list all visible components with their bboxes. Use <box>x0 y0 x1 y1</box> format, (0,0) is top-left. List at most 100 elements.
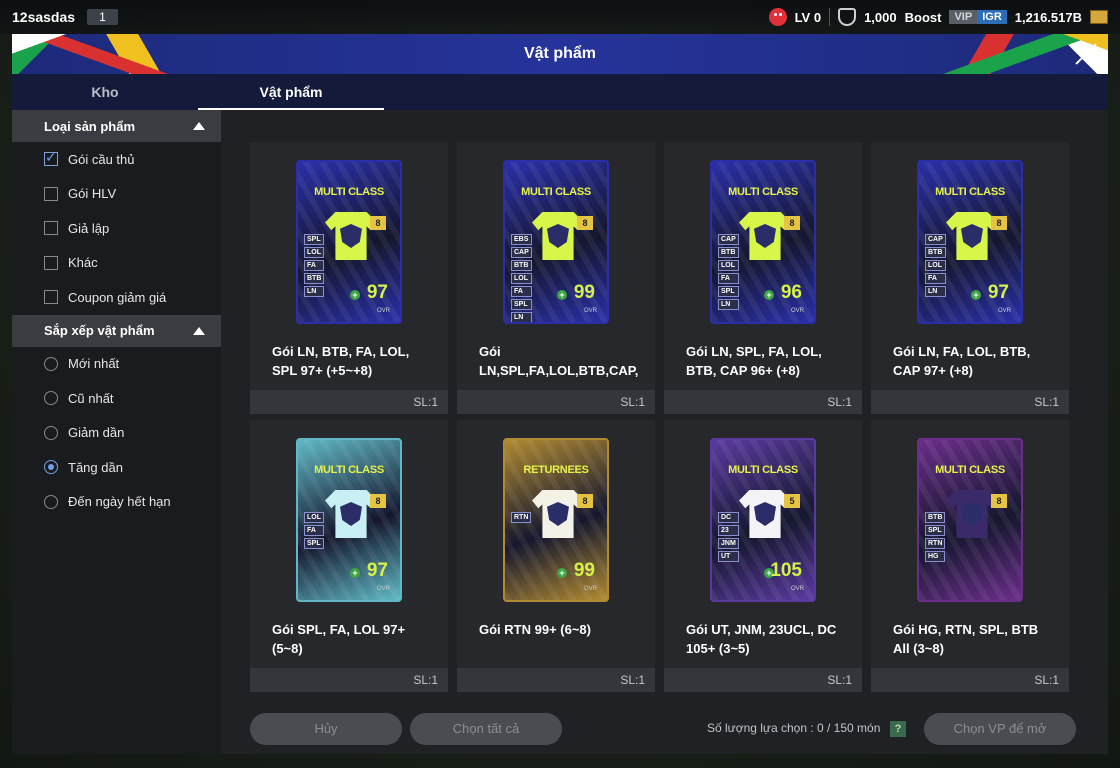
plus-icon: + <box>557 568 567 578</box>
plus-icon: + <box>971 290 981 300</box>
slot-badge: 1 <box>87 9 118 25</box>
item-card[interactable]: MULTI CLASS 8 CAP BTB LOL FA SPL LN +96 OVR Gói LN… <box>664 142 862 414</box>
season-tag: CAP <box>511 247 532 258</box>
season-tags: DC 23 JNM UT <box>718 512 739 562</box>
item-card[interactable]: MULTI CLASS 8 SPL LOL FA BTB LN +97 OVR Gói LN, B… <box>250 142 448 414</box>
pack-card-image: MULTI CLASS 8 CAP BTB LOL FA LN +97 OVR <box>917 160 1023 324</box>
filter-section-header[interactable]: Loại sản phẩm <box>12 110 221 142</box>
tab-items[interactable]: Vật phẩm <box>198 74 384 110</box>
item-quantity: SL:1 <box>457 668 655 692</box>
upgrade-level-badge: 8 <box>370 494 386 508</box>
checkbox-icon[interactable] <box>44 290 58 305</box>
checkbox-icon[interactable] <box>44 186 58 201</box>
item-name: Gói LN, BTB, FA, LOL, SPL 97+ (+5~+8) <box>272 344 410 378</box>
sort-option[interactable]: Tăng dần <box>12 450 221 485</box>
radio-icon[interactable] <box>44 494 58 509</box>
season-tag: JNM <box>718 538 739 549</box>
close-icon[interactable] <box>1068 36 1104 72</box>
filter-sidebar: Loại sản phẩm Gói cầu thủ Gói HLV Giả lập K… <box>12 110 221 754</box>
filter-option[interactable]: Gói cầu thủ <box>12 142 221 177</box>
sort-option[interactable]: Giảm dần <box>12 416 221 451</box>
filter-option[interactable]: Giả lập <box>12 211 221 246</box>
pack-card-image: RETURNEES 8 RTN +99 OVR <box>503 438 609 602</box>
sort-option[interactable]: Đến ngày hết hạn <box>12 485 221 520</box>
item-quantity: SL:1 <box>250 390 448 414</box>
item-name: Gói LN, SPL, FA, LOL, BTB, CAP 96+ (+8) <box>686 344 822 378</box>
upgrade-level-badge: 8 <box>784 216 800 230</box>
filter-option-label: Giả lập <box>68 220 110 236</box>
season-tag: SPL <box>304 234 325 245</box>
items-modal: Vật phẩm Kho Vật phẩm Loại sản phẩm Gói … <box>12 34 1108 754</box>
season-tag: FA <box>925 273 946 284</box>
upgrade-level-badge: 8 <box>370 216 386 230</box>
item-quantity: SL:1 <box>250 668 448 692</box>
plus-icon: + <box>557 290 567 300</box>
checkbox-icon[interactable] <box>44 221 58 236</box>
pack-title: MULTI CLASS <box>935 464 1005 476</box>
season-tags: CAP BTB LOL FA SPL LN <box>718 234 739 310</box>
cancel-button[interactable]: Hủy <box>250 713 402 745</box>
pack-title: MULTI CLASS <box>935 186 1005 198</box>
radio-icon[interactable] <box>44 425 58 440</box>
item-card[interactable]: MULTI CLASS 5 DC 23 JNM UT +105 OVR Gói UT, JNM,… <box>664 420 862 692</box>
season-tag: FA <box>511 286 532 297</box>
item-name: Gói HG, RTN, SPL, BTB All (3~8) <box>893 622 1039 656</box>
pack-title: MULTI CLASS <box>521 186 591 198</box>
season-tag: LOL <box>304 512 324 523</box>
pack-card-image: MULTI CLASS 8 EBS CAP BTB LOL FA SPL LN +99 OVR <box>503 160 609 324</box>
ovr-label: OVR <box>376 586 390 592</box>
filter-option[interactable]: Coupon giảm giá <box>12 280 221 315</box>
season-tag: 23 <box>718 525 739 536</box>
filter-section-title: Loại sản phẩm <box>44 118 136 134</box>
season-tag: BTB <box>925 247 946 258</box>
item-name: Gói LN,SPL,FA,LOL,BTB,CAP, <box>479 344 639 378</box>
open-selected-button[interactable]: Chọn VP để mở <box>924 713 1076 745</box>
item-quantity: SL:1 <box>664 668 862 692</box>
season-tag: FA <box>304 260 325 271</box>
ovr-value: 97 <box>366 282 388 303</box>
season-tag: UT <box>718 551 739 562</box>
season-tag: FA <box>304 525 324 536</box>
item-name: Gói UT, JNM, 23UCL, DC 105+ (3~5) <box>686 622 837 656</box>
items-grid: MULTI CLASS 8 SPL LOL FA BTB LN +97 OVR Gói LN, B… <box>250 142 1069 692</box>
sort-section-header[interactable]: Sắp xếp vật phẩm <box>12 314 221 347</box>
radio-icon[interactable] <box>44 356 58 371</box>
season-tag: BTB <box>511 260 532 271</box>
season-tag: DC <box>718 512 739 523</box>
modal-title: Vật phẩm <box>523 45 596 62</box>
item-card[interactable]: RETURNEES 8 RTN +99 OVR Gói RTN 99+ (6~8) SL:1 <box>457 420 655 692</box>
item-quantity: SL:1 <box>871 668 1069 692</box>
filter-option[interactable]: Khác <box>12 246 221 281</box>
checkbox-icon[interactable] <box>44 255 58 270</box>
filter-option[interactable]: Gói HLV <box>12 177 221 212</box>
ovr-label: OVR <box>583 308 597 314</box>
radio-icon[interactable] <box>44 460 58 475</box>
item-card[interactable]: MULTI CLASS 8 BTB SPL RTN HG Gói HG, RTN, SPL,… <box>871 420 1069 692</box>
sort-option-label: Mới nhất <box>68 356 120 372</box>
item-card[interactable]: MULTI CLASS 8 CAP BTB LOL FA LN +97 OVR Gói LN, F… <box>871 142 1069 414</box>
season-tag: LN <box>718 299 739 310</box>
sort-option[interactable]: Cũ nhất <box>12 381 221 416</box>
help-icon[interactable]: ? <box>890 721 906 737</box>
season-tag: BTB <box>925 512 946 523</box>
item-card[interactable]: MULTI CLASS 8 EBS CAP BTB LOL FA SPL LN +99 OVR Gói… <box>457 142 655 414</box>
ovr-value: 99 <box>573 560 595 581</box>
radio-icon[interactable] <box>44 391 58 406</box>
plus-icon: + <box>350 290 360 300</box>
sort-section-title: Sắp xếp vật phẩm <box>44 323 155 338</box>
checkbox-icon[interactable] <box>44 149 58 167</box>
season-tags: SPL LOL FA BTB LN <box>304 234 325 297</box>
item-card[interactable]: MULTI CLASS 8 LOL FA SPL +97 OVR Gói SPL, FA, L… <box>250 420 448 692</box>
ovr-value: 97 <box>987 282 1009 303</box>
select-all-button[interactable]: Chọn tất cả <box>410 713 562 745</box>
plus-icon: + <box>764 290 774 300</box>
item-name: Gói SPL, FA, LOL 97+ (5~8) <box>272 622 406 656</box>
season-tag: FA <box>718 273 739 284</box>
sort-option[interactable]: Mới nhất <box>12 347 221 382</box>
tab-storage[interactable]: Kho <box>12 74 198 110</box>
season-tag: SPL <box>511 299 532 310</box>
pack-title: MULTI CLASS <box>728 464 798 476</box>
ovr-value: 96 <box>780 282 802 303</box>
igr-badge: IGR <box>977 10 1007 24</box>
filter-option-label: Gói cầu thủ <box>68 151 135 167</box>
